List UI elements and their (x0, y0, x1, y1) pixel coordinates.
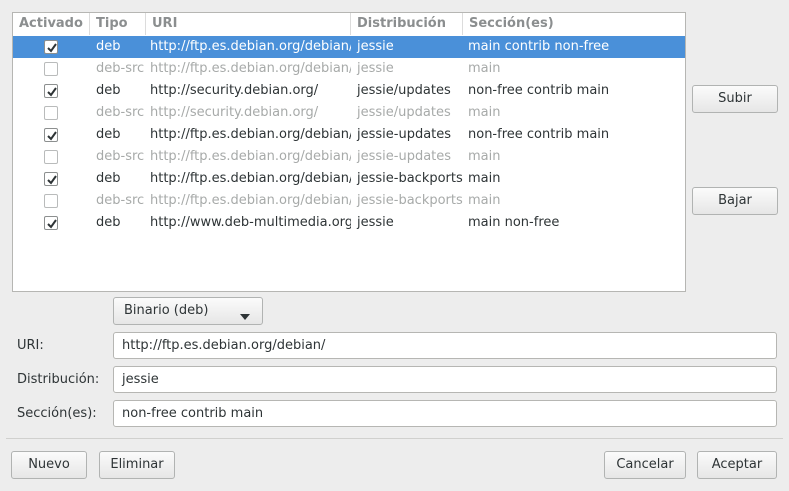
move-up-button[interactable]: Subir (692, 85, 778, 113)
sections-cell: main (468, 149, 501, 164)
uri-label: URI: (17, 338, 44, 353)
table-row[interactable]: deb-src http://ftp.es.debian.org/debian/j… (13, 146, 685, 168)
sections-cell: main (468, 171, 501, 186)
enabled-cell (13, 146, 90, 168)
new-button[interactable]: Nuevo (11, 451, 87, 479)
accept-button[interactable]: Aceptar (697, 451, 777, 479)
repository-list[interactable]: Activado Tipo URI Distribución Sección(e… (12, 12, 686, 292)
distribution-cell: jessie/updates (357, 105, 451, 120)
column-header-distribution[interactable]: Distribución (351, 13, 463, 35)
type-cell: deb (96, 215, 121, 230)
distribution-field[interactable]: jessie (113, 366, 777, 393)
table-row[interactable]: deb http://security.debian.org/jessie/upd… (13, 80, 685, 102)
software-sources-dialog: Activado Tipo URI Distribución Sección(e… (0, 0, 789, 491)
enabled-cell (13, 190, 90, 212)
type-cell: deb (96, 39, 121, 54)
uri-cell: http://security.debian.org/ (150, 83, 319, 98)
enabled-checkbox[interactable] (44, 194, 58, 208)
sections-cell: non-free contrib main (468, 83, 610, 98)
check-icon (47, 43, 57, 53)
sections-cell: main (468, 105, 501, 120)
uri-cell: http://ftp.es.debian.org/debian/ (150, 127, 351, 142)
enabled-checkbox[interactable] (44, 106, 58, 120)
uri-field[interactable]: http://ftp.es.debian.org/debian/ (113, 332, 777, 359)
list-header: Activado Tipo URI Distribución Sección(e… (13, 13, 685, 35)
sections-field[interactable]: non-free contrib main (113, 400, 777, 427)
chevron-down-icon (240, 309, 250, 324)
table-row[interactable]: deb-src http://ftp.es.debian.org/debian/j… (13, 58, 685, 80)
distribution-cell: jessie (357, 39, 394, 54)
enabled-cell (13, 102, 90, 124)
enabled-checkbox[interactable] (44, 62, 58, 76)
type-cell: deb (96, 171, 121, 186)
table-row[interactable]: deb-src http://ftp.es.debian.org/debian/j… (13, 190, 685, 212)
type-cell: deb (96, 83, 121, 98)
type-combo-value: Binario (deb) (124, 303, 209, 318)
enabled-checkbox[interactable] (44, 216, 58, 230)
type-combo[interactable]: Binario (deb) (113, 297, 263, 325)
type-cell: deb-src (96, 193, 145, 208)
type-cell: deb-src (96, 61, 145, 76)
enabled-checkbox[interactable] (44, 40, 58, 54)
table-row[interactable]: deb-src http://security.debian.org/jessie… (13, 102, 685, 124)
enabled-cell (13, 212, 90, 234)
table-row[interactable]: deb http://www.deb-multimedia.org/jessie m… (13, 212, 685, 234)
uri-cell: http://ftp.es.debian.org/debian/ (150, 149, 351, 164)
enabled-cell (13, 124, 90, 146)
column-header-enabled[interactable]: Activado (13, 13, 90, 35)
distribution-cell: jessie-updates (357, 127, 452, 142)
distribution-label: Distribución: (17, 372, 100, 387)
uri-cell: http://ftp.es.debian.org/debian/ (150, 171, 351, 186)
check-icon (47, 87, 57, 97)
uri-cell: http://ftp.es.debian.org/debian/ (150, 39, 351, 54)
enabled-cell (13, 80, 90, 102)
distribution-cell: jessie (357, 215, 394, 230)
sections-cell: non-free contrib main (468, 127, 610, 142)
distribution-cell: jessie-backports (357, 193, 463, 208)
table-row[interactable]: deb http://ftp.es.debian.org/debian/jessi… (13, 168, 685, 190)
sections-cell: main non-free (468, 215, 560, 230)
delete-button[interactable]: Eliminar (99, 451, 175, 479)
table-row[interactable]: deb http://ftp.es.debian.org/debian/jessi… (13, 36, 685, 58)
separator (6, 438, 783, 439)
check-icon (47, 219, 57, 229)
sections-cell: main (468, 61, 501, 76)
sections-cell: main contrib non-free (468, 39, 610, 54)
enabled-checkbox[interactable] (44, 84, 58, 98)
sections-label: Sección(es): (17, 406, 97, 421)
check-icon (47, 131, 57, 141)
enabled-cell (13, 58, 90, 80)
enabled-checkbox[interactable] (44, 150, 58, 164)
column-header-uri[interactable]: URI (146, 13, 351, 35)
column-header-sections[interactable]: Sección(es) (463, 13, 685, 35)
distribution-cell: jessie (357, 61, 394, 76)
column-header-type[interactable]: Tipo (90, 13, 146, 35)
move-down-button[interactable]: Bajar (692, 187, 778, 215)
distribution-cell: jessie-updates (357, 149, 452, 164)
type-cell: deb (96, 127, 121, 142)
type-cell: deb-src (96, 105, 145, 120)
enabled-checkbox[interactable] (44, 172, 58, 186)
uri-cell: http://ftp.es.debian.org/debian/ (150, 61, 351, 76)
distribution-cell: jessie/updates (357, 83, 451, 98)
table-row[interactable]: deb http://ftp.es.debian.org/debian/jessi… (13, 124, 685, 146)
uri-cell: http://ftp.es.debian.org/debian/ (150, 193, 351, 208)
enabled-cell (13, 168, 90, 190)
enabled-checkbox[interactable] (44, 128, 58, 142)
type-cell: deb-src (96, 149, 145, 164)
enabled-cell (13, 36, 90, 58)
cancel-button[interactable]: Cancelar (604, 451, 686, 479)
uri-cell: http://security.debian.org/ (150, 105, 319, 120)
check-icon (47, 175, 57, 185)
distribution-cell: jessie-backports (357, 171, 463, 186)
sections-cell: main (468, 193, 501, 208)
uri-cell: http://www.deb-multimedia.org/ (150, 215, 351, 230)
